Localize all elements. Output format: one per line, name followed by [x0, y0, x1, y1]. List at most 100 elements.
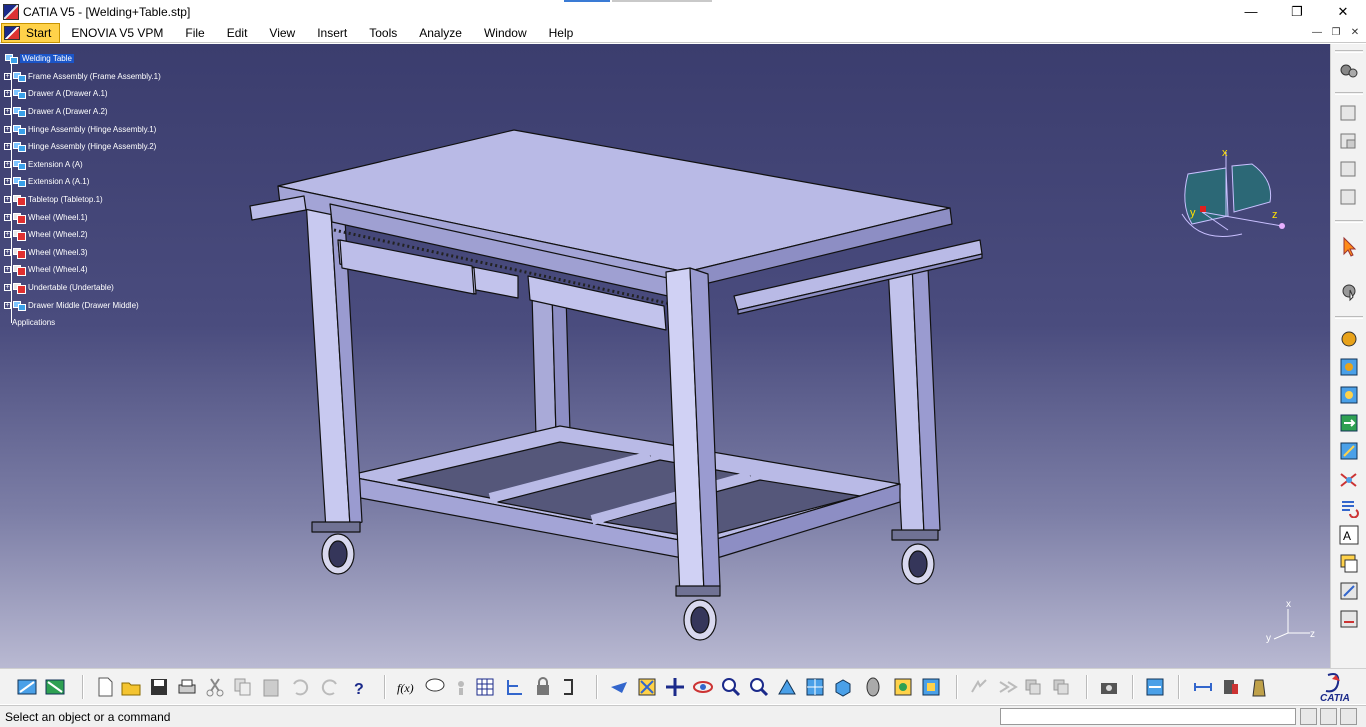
tree-node[interactable]: + Wheel (Wheel.3) [4, 244, 161, 262]
3d-viewport[interactable]: Welding Table + Frame Assembly (Frame Ass… [0, 44, 1330, 668]
whats-this-icon[interactable]: ? [350, 676, 372, 698]
tree-root-label[interactable]: Welding Table [20, 54, 74, 64]
tree-applications[interactable]: Applications [4, 314, 161, 332]
open-icon[interactable] [120, 676, 142, 698]
multi-view-icon[interactable] [804, 676, 826, 698]
tree-node[interactable]: + Frame Assembly (Frame Assembly.1) [4, 68, 161, 86]
undo-icon[interactable] [288, 676, 310, 698]
menu-help[interactable]: Help [538, 26, 585, 40]
expand-icon[interactable]: + [4, 125, 11, 133]
coincidence-icon[interactable] [1338, 384, 1360, 406]
existing-component-icon[interactable] [1338, 186, 1360, 208]
tree-node[interactable]: + Drawer A (Drawer A.2) [4, 103, 161, 121]
tree-node[interactable]: + Undertable (Undertable) [4, 279, 161, 297]
part-icon[interactable] [1338, 158, 1360, 180]
tree-node[interactable]: + Extension A (A.1) [4, 173, 161, 191]
menu-tools[interactable]: Tools [358, 26, 408, 40]
comment-icon[interactable] [424, 676, 446, 698]
tree-node[interactable]: + Wheel (Wheel.1) [4, 208, 161, 226]
product-structure-icon[interactable] [16, 676, 38, 698]
command-input[interactable] [1000, 708, 1296, 725]
product-icon[interactable] [1338, 102, 1360, 124]
manipulate-icon[interactable] [996, 676, 1018, 698]
tree-node[interactable]: + Drawer Middle (Drawer Middle) [4, 296, 161, 314]
tree-node[interactable]: + Extension A (A) [4, 156, 161, 174]
camera-icon[interactable] [1098, 676, 1120, 698]
welding-table-model[interactable] [0, 44, 1330, 668]
expand-icon[interactable]: + [4, 108, 11, 116]
expand-icon[interactable]: + [4, 213, 11, 221]
rotate-icon[interactable] [692, 676, 714, 698]
maximize-button[interactable]: ❐ [1274, 0, 1320, 23]
menu-analyze[interactable]: Analyze [408, 26, 473, 40]
pan-icon[interactable] [664, 676, 686, 698]
gears-icon[interactable] [1338, 60, 1360, 82]
toolbar-grip[interactable] [1335, 50, 1363, 53]
expand-icon[interactable]: + [4, 248, 11, 256]
start-menu[interactable]: Start [1, 22, 61, 43]
expand-icon[interactable]: + [4, 266, 11, 274]
redo-icon[interactable] [320, 676, 342, 698]
fix-component-icon[interactable] [1338, 356, 1360, 378]
copy-icon[interactable] [232, 676, 254, 698]
swap-space-icon[interactable] [920, 676, 942, 698]
constraint-gear-icon[interactable] [1338, 280, 1360, 302]
print-icon[interactable] [176, 676, 198, 698]
select-arrow-icon[interactable] [1338, 236, 1360, 258]
smart-move-icon[interactable] [1050, 676, 1072, 698]
new-icon[interactable] [94, 676, 116, 698]
snap-icon[interactable] [1022, 676, 1044, 698]
toolbar-grip[interactable] [1335, 316, 1363, 319]
fly-mode-icon[interactable] [608, 676, 630, 698]
close-button[interactable]: ✕ [1320, 0, 1366, 23]
zoom-in-icon[interactable] [720, 676, 742, 698]
expand-icon[interactable]: + [4, 90, 11, 98]
tree-node[interactable]: + Tabletop (Tabletop.1) [4, 191, 161, 209]
menu-view[interactable]: View [258, 26, 306, 40]
menu-insert[interactable]: Insert [306, 26, 358, 40]
lock-icon[interactable] [532, 676, 554, 698]
measure-item-icon[interactable] [1220, 676, 1242, 698]
sketch-icon[interactable] [560, 676, 582, 698]
expand-icon[interactable]: + [4, 231, 11, 239]
offset-icon[interactable] [1338, 412, 1360, 434]
tree-node[interactable]: + Drawer A (Drawer A.1) [4, 85, 161, 103]
cut-icon[interactable] [204, 676, 226, 698]
tree-node[interactable]: + Wheel (Wheel.2) [4, 226, 161, 244]
explode-icon[interactable] [1338, 580, 1360, 602]
measure-inertia-icon[interactable] [1248, 676, 1270, 698]
paste-icon[interactable] [260, 676, 282, 698]
measure-icon[interactable] [1338, 608, 1360, 630]
menu-file[interactable]: File [174, 26, 215, 40]
scene-icon[interactable] [1338, 552, 1360, 574]
expand-icon[interactable]: + [4, 301, 11, 309]
tree-root[interactable]: Welding Table [4, 50, 161, 68]
shading-icon[interactable] [862, 676, 884, 698]
tree-expand-icon[interactable] [504, 676, 526, 698]
tree-node[interactable]: + Hinge Assembly (Hinge Assembly.1) [4, 120, 161, 138]
menu-edit[interactable]: Edit [216, 26, 259, 40]
status-button-3[interactable] [1340, 708, 1357, 725]
save-icon[interactable] [148, 676, 170, 698]
expand-icon[interactable]: + [4, 160, 11, 168]
expand-icon[interactable]: + [4, 72, 11, 80]
tree-node[interactable]: + Hinge Assembly (Hinge Assembly.2) [4, 138, 161, 156]
contact-icon[interactable] [1338, 468, 1360, 490]
expand-icon[interactable]: + [4, 284, 11, 292]
toolbar-grip[interactable] [1335, 220, 1363, 223]
component-icon[interactable] [1338, 130, 1360, 152]
tree-node[interactable]: + Wheel (Wheel.4) [4, 261, 161, 279]
menu-enovia[interactable]: ENOVIA V5 VPM [60, 26, 174, 40]
hide-show-icon[interactable] [892, 676, 914, 698]
toolbar-grip[interactable] [1335, 92, 1363, 95]
design-table-icon[interactable] [474, 676, 496, 698]
expand-icon[interactable]: + [4, 178, 11, 186]
mdi-restore-button[interactable]: ❐ [1327, 25, 1345, 40]
formula-icon[interactable]: f(x) [396, 676, 418, 698]
status-button-1[interactable] [1300, 708, 1317, 725]
iso-view-icon[interactable] [832, 676, 854, 698]
zoom-out-icon[interactable] [748, 676, 770, 698]
normal-view-icon[interactable] [776, 676, 798, 698]
expand-icon[interactable]: + [4, 143, 11, 151]
compass-icon[interactable]: x y z [1170, 144, 1290, 254]
